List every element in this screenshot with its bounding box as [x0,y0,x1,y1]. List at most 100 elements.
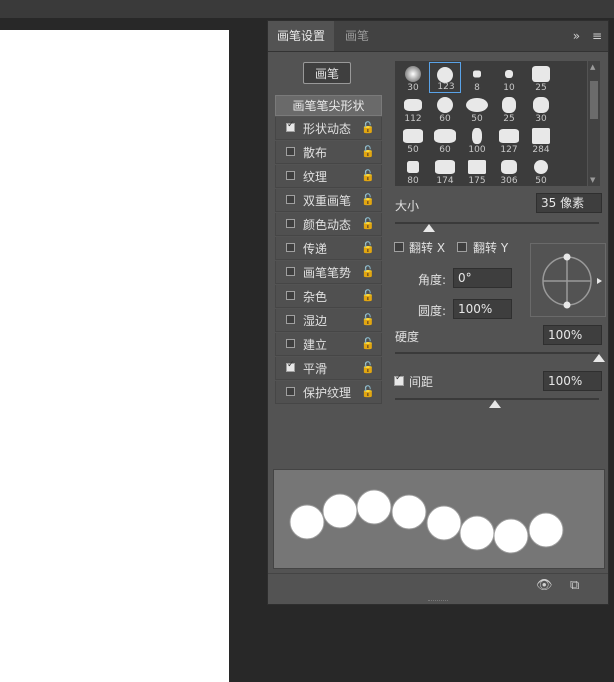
angle-roundness-control[interactable] [530,243,606,317]
angle-input[interactable]: 0° [453,268,512,288]
brush-option-item[interactable]: 杂色 🔓 [275,285,382,308]
option-checkbox[interactable] [286,195,295,204]
option-label: 散布 [303,146,328,160]
lock-icon[interactable]: 🔓 [361,217,375,230]
brush-tip-shape-icon [466,98,488,112]
brush-tip-cell[interactable]: 25 [493,93,525,124]
brush-tip-cell[interactable]: 60 [429,93,461,124]
option-label: 双重画笔 [303,194,352,208]
hardness-input[interactable]: 100% [543,325,602,345]
brush-tip-cell[interactable]: 10 [493,62,525,93]
flip-y-checkbox[interactable] [457,242,467,252]
lock-icon[interactable]: 🔓 [361,169,375,182]
size-slider-knob[interactable] [423,224,435,232]
brush-option-item[interactable]: 双重画笔 🔓 [275,189,382,212]
option-checkbox[interactable] [286,120,295,132]
lock-icon[interactable]: 🔓 [361,385,375,398]
option-checkbox[interactable] [286,360,295,372]
option-checkbox[interactable] [286,219,295,228]
brush-option-item[interactable]: 形状动态 🔓 [275,117,382,140]
brush-tip-size: 174 [436,176,454,186]
brush-tip-cell[interactable]: 50 [525,155,557,186]
brush-tip-cell[interactable]: 284 [525,124,557,155]
roundness-input[interactable]: 100% [453,299,512,319]
brush-tip-cell[interactable]: 30 [525,93,557,124]
option-checkbox[interactable] [286,243,295,252]
lock-icon[interactable]: 🔓 [361,241,375,254]
lock-icon[interactable]: 🔓 [361,361,375,374]
spacing-checkbox[interactable] [394,373,404,386]
brush-option-item[interactable]: 颜色动态 🔓 [275,213,382,236]
brush-tip-cell[interactable]: 306 [493,155,525,186]
brush-tip-shape-icon [532,66,550,82]
option-checkbox[interactable] [286,339,295,348]
lock-icon[interactable]: 🔓 [361,121,375,134]
option-label: 传递 [303,242,328,256]
brush-tip-shape-icon [434,129,456,143]
brush-tip-grid: 30 123 8 10 25 112 60 50 25 30 50 60 100 127 284 80 174 1… [395,61,587,186]
lock-icon[interactable]: 🔓 [361,193,375,206]
angle-dial-icon[interactable] [531,244,605,316]
brush-tip-cell[interactable]: 50 [397,124,429,155]
option-checkbox[interactable] [286,291,295,300]
lock-icon[interactable]: 🔓 [361,337,375,350]
brush-tip-cell[interactable]: 80 [397,155,429,186]
brush-option-item[interactable]: 平滑 🔓 [275,357,382,380]
brush-option-item[interactable]: 画笔笔势 🔓 [275,261,382,284]
lock-icon[interactable]: 🔓 [361,313,375,326]
brush-option-item[interactable]: 湿边 🔓 [275,309,382,332]
scroll-thumb[interactable] [590,81,598,119]
spacing-slider-knob[interactable] [489,400,501,408]
hardness-slider-track[interactable] [395,352,599,354]
brush-tip-size: 127 [500,145,518,155]
brush-tip-cell[interactable]: 112 [397,93,429,124]
brush-option-item[interactable]: 保护纹理 🔓 [275,381,382,404]
eye-brush-icon[interactable]: 👁 [536,578,553,593]
brush-tip-cell[interactable]: 175 [461,155,493,186]
brush-presets-button[interactable]: 画笔 [303,62,351,84]
brush-tip-shape-icon [501,160,517,174]
collapse-icon[interactable]: » [573,29,580,43]
lock-icon[interactable]: 🔓 [361,265,375,278]
brush-tip-size: 50 [471,114,483,124]
option-label: 形状动态 [303,122,352,136]
brush-tip-cell[interactable]: 127 [493,124,525,155]
roundness-label: 圆度: [418,304,447,318]
scroll-up-icon[interactable]: ▲ [590,63,595,71]
scroll-down-icon[interactable]: ▼ [590,176,595,184]
brush-tip-cell[interactable]: 60 [429,124,461,155]
brush-tip-shape-icon [534,160,548,174]
option-checkbox[interactable] [286,315,295,324]
brush-tip-shape-item[interactable]: 画笔笔尖形状 [275,95,382,116]
brush-grid-scrollbar[interactable]: ▲ ▼ [588,61,600,186]
brush-tip-cell[interactable]: 100 [461,124,493,155]
option-checkbox[interactable] [286,147,295,156]
brush-tip-cell[interactable]: 8 [461,62,493,93]
tab-brush-settings[interactable]: 画笔设置 [268,21,335,51]
brush-tip-cell[interactable]: 50 [461,93,493,124]
spacing-input[interactable]: 100% [543,371,602,391]
hardness-slider-knob[interactable] [593,354,605,362]
panel-resize-grip[interactable] [428,600,448,604]
tab-brushes[interactable]: 画笔 [336,21,378,51]
brush-tip-size: 60 [439,145,451,155]
brush-option-item[interactable]: 建立 🔓 [275,333,382,356]
panel-menu-icon[interactable]: ≡ [592,29,602,43]
brush-tip-cell[interactable]: 25 [525,62,557,93]
option-checkbox[interactable] [286,171,295,180]
brush-option-item[interactable]: 散布 🔓 [275,141,382,164]
brush-tip-shape-icon [499,129,519,143]
new-preset-icon[interactable]: ⧉ [570,578,579,593]
lock-icon[interactable]: 🔓 [361,145,375,158]
brush-tip-cell[interactable]: 123 [429,62,461,93]
document-canvas[interactable] [0,30,229,682]
brush-option-item[interactable]: 纹理 🔓 [275,165,382,188]
brush-tip-cell[interactable]: 174 [429,155,461,186]
brush-option-item[interactable]: 传递 🔓 [275,237,382,260]
option-checkbox[interactable] [286,267,295,276]
size-input[interactable]: 35 像素 [536,193,602,213]
brush-tip-cell[interactable]: 30 [397,62,429,93]
option-checkbox[interactable] [286,387,295,396]
lock-icon[interactable]: 🔓 [361,289,375,302]
flip-x-checkbox[interactable] [394,242,404,252]
